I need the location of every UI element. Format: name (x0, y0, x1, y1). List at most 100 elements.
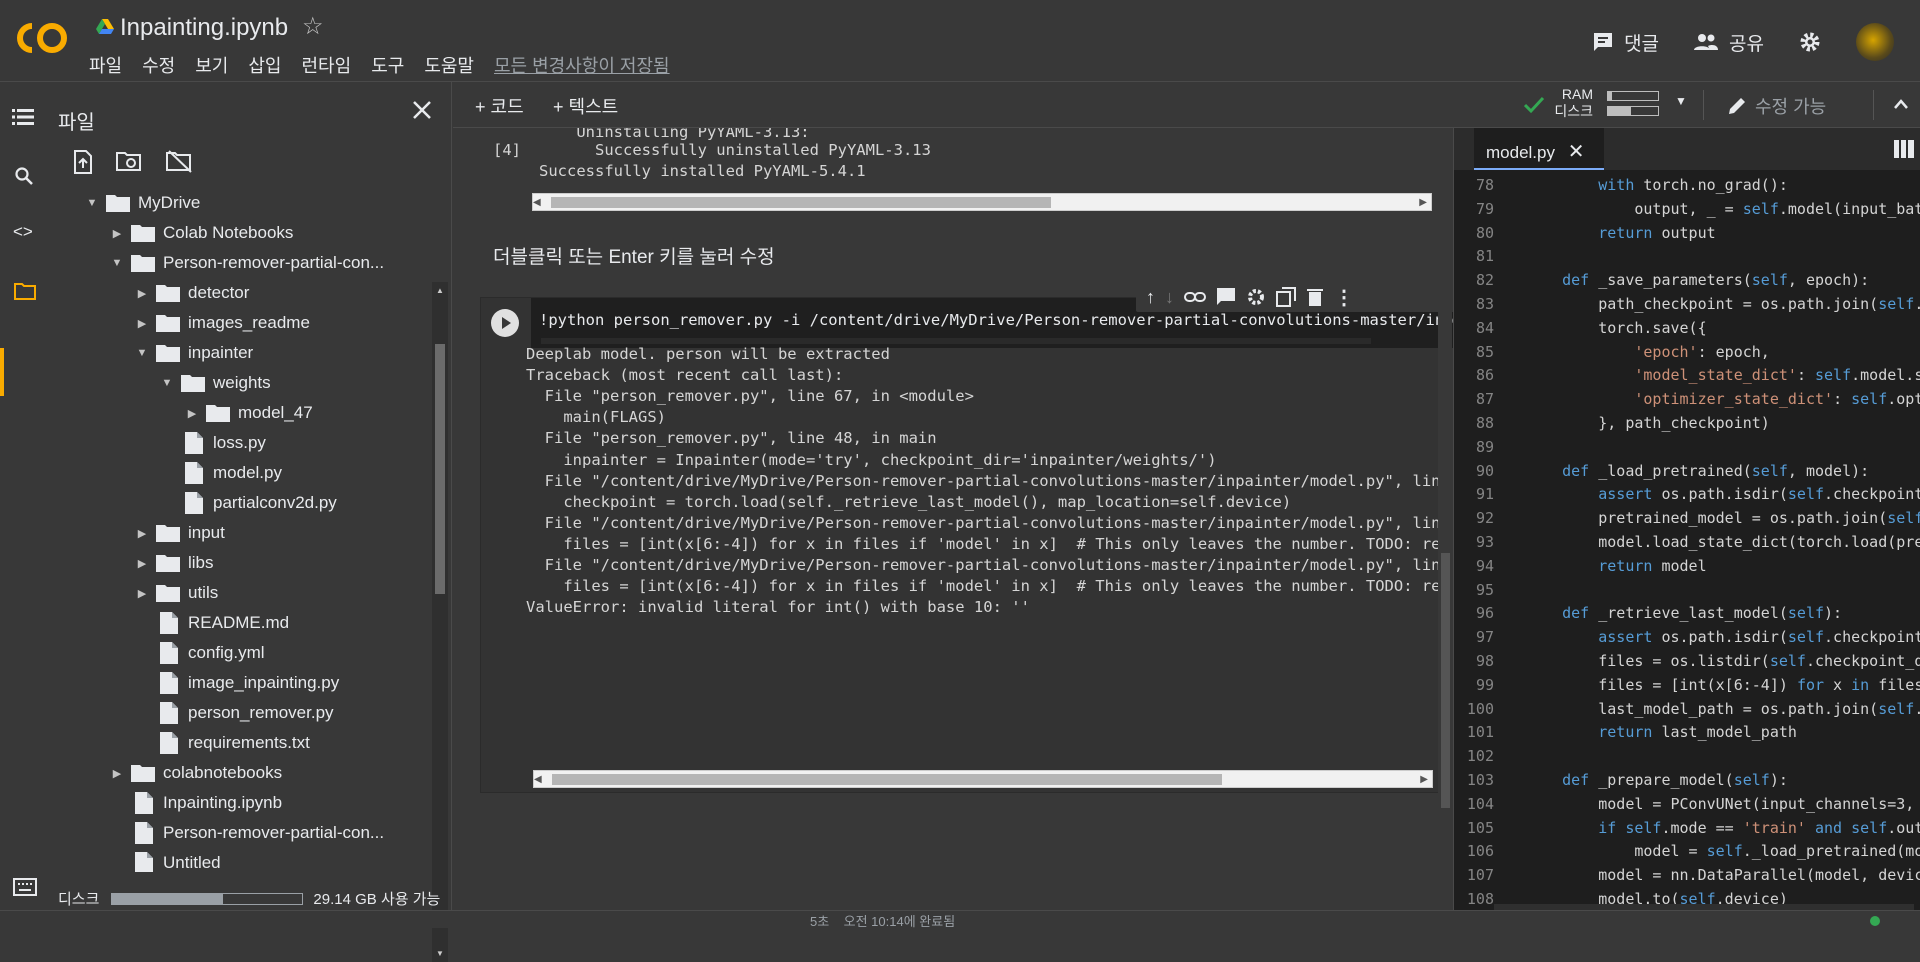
tree-file[interactable]: README.md (132, 608, 289, 638)
code-line[interactable]: 'model_state_dict': self.model.state (1526, 364, 1920, 388)
more-options-icon[interactable]: ⋮ (1334, 285, 1354, 310)
tree-file[interactable]: requirements.txt (132, 728, 310, 758)
terminal-icon[interactable] (13, 878, 37, 896)
file-tree-scrollbar[interactable]: ▲ ▼ (432, 282, 448, 962)
refresh-folder-icon[interactable] (116, 150, 144, 174)
code-line[interactable] (1526, 245, 1920, 269)
menu-file[interactable]: 파일 (89, 52, 122, 78)
tree-file[interactable]: loss.py (157, 428, 266, 458)
code-line[interactable] (1526, 436, 1920, 460)
code-line[interactable]: def _load_pretrained(self, model): (1526, 460, 1920, 484)
tree-file[interactable]: Person-remover-partial-con... (107, 818, 384, 848)
chevron-right-icon[interactable]: ▶ (132, 317, 152, 330)
tree-file[interactable]: image_inpainting.py (132, 668, 339, 698)
code-line[interactable]: path_checkpoint = os.path.join(self.chec (1526, 293, 1920, 317)
code-snippets-icon[interactable]: <> (13, 222, 33, 242)
close-icon[interactable] (412, 100, 432, 120)
avatar[interactable] (1856, 23, 1894, 61)
menu-runtime[interactable]: 런타임 (302, 52, 352, 78)
code-line[interactable]: def _save_parameters(self, epoch): (1526, 269, 1920, 293)
cell-code-line[interactable]: !python person_remover.py -i /content/dr… (539, 311, 1453, 329)
tree-file[interactable]: config.yml (132, 638, 265, 668)
chevron-right-icon[interactable]: ▶ (107, 767, 127, 780)
share-button[interactable]: 공유 (1693, 29, 1764, 56)
notebook-scrollbar[interactable] (1438, 128, 1452, 910)
tree-folder[interactable]: ▶ detector (132, 278, 249, 308)
comment-icon[interactable] (1216, 287, 1236, 307)
tree-folder[interactable]: ▶ input (132, 518, 225, 548)
link-icon[interactable] (1184, 290, 1206, 304)
tree-file[interactable]: person_remover.py (132, 698, 334, 728)
tree-folder[interactable]: ▼ weights (157, 368, 271, 398)
chevron-down-icon[interactable]: ▼ (107, 257, 127, 269)
tree-folder[interactable]: ▼ MyDrive (82, 188, 200, 218)
collapse-header-icon[interactable] (1893, 98, 1909, 110)
tree-folder[interactable]: ▶ model_47 (182, 398, 313, 428)
markdown-cell-hint[interactable]: 더블클릭 또는 Enter 키를 눌러 수정 (493, 242, 775, 269)
folder-icon[interactable] (14, 282, 36, 300)
delete-icon[interactable] (1306, 287, 1324, 307)
code-line[interactable]: }, path_checkpoint) (1526, 412, 1920, 436)
code-line[interactable]: 'optimizer_state_dict': self.optimiz (1526, 388, 1920, 412)
code-line[interactable]: return output (1526, 222, 1920, 246)
star-icon[interactable]: ☆ (302, 12, 324, 41)
code-line[interactable]: 'epoch': epoch, (1526, 341, 1920, 365)
code-line[interactable]: with torch.no_grad(): (1526, 174, 1920, 198)
menu-help[interactable]: 도움말 (424, 52, 474, 78)
editor-tab[interactable]: model.py ✕ (1474, 128, 1604, 170)
chevron-down-icon[interactable]: ▼ (132, 347, 152, 359)
chevron-right-icon[interactable]: ▶ (132, 557, 152, 570)
tree-folder[interactable]: ▶ Colab Notebooks (107, 218, 293, 248)
code-line[interactable]: model = PConvUNet(input_channels=3, fre (1526, 793, 1920, 817)
code-line[interactable]: files = [int(x[6:-4]) for x in files if (1526, 674, 1920, 698)
code-line[interactable]: model.load_state_dict(torch.load(pretra (1526, 531, 1920, 555)
mirror-cell-icon[interactable] (1276, 287, 1296, 307)
chevron-right-icon[interactable]: ▶ (107, 227, 127, 240)
tree-file[interactable]: Inpainting.ipynb (107, 788, 282, 818)
code-line[interactable]: model = self._load_pretrained(model (1526, 840, 1920, 864)
settings-button[interactable] (1798, 30, 1832, 54)
search-icon[interactable] (14, 166, 34, 186)
menu-tools[interactable]: 도구 (371, 52, 404, 78)
tree-file[interactable]: Untitled (107, 848, 221, 872)
split-view-icon[interactable] (1894, 140, 1914, 158)
tree-file[interactable]: model.py (157, 458, 282, 488)
tree-folder[interactable]: ▼ Person-remover-partial-con... (107, 248, 384, 278)
code-line[interactable]: torch.save({ (1526, 317, 1920, 341)
run-cell-button[interactable] (491, 309, 519, 337)
tree-folder[interactable]: ▶ libs (132, 548, 214, 578)
code-line[interactable]: pretrained_model = os.path.join(self.ch (1526, 507, 1920, 531)
prev-output-hscroll[interactable]: ◀ ▶ (532, 193, 1432, 211)
cell-output-hscroll[interactable]: ◀ ▶ (533, 770, 1433, 788)
chevron-right-icon[interactable]: ▶ (132, 587, 152, 600)
code-line[interactable] (1526, 579, 1920, 603)
add-text-button[interactable]: + 텍스트 (553, 93, 618, 119)
code-line[interactable]: return last_model_path (1526, 721, 1920, 745)
move-down-icon[interactable]: ↓ (1165, 287, 1174, 308)
edit-mode-button[interactable]: 수정 가능 (1727, 93, 1826, 119)
chevron-right-icon[interactable]: ▶ (182, 407, 202, 420)
menu-view[interactable]: 보기 (195, 52, 228, 78)
notebook-title[interactable]: Inpainting.ipynb (120, 14, 288, 42)
code-line[interactable]: assert os.path.isdir(self.checkpoint_di (1526, 483, 1920, 507)
comment-button[interactable]: 댓글 (1592, 29, 1659, 56)
chevron-down-icon[interactable]: ▼ (82, 197, 102, 209)
code-view[interactable]: with torch.no_grad(): output, _ = self.m… (1526, 174, 1920, 912)
code-line[interactable]: model = nn.DataParallel(model, device_i (1526, 864, 1920, 888)
tree-folder[interactable]: ▶ utils (132, 578, 218, 608)
move-up-icon[interactable]: ↑ (1146, 287, 1155, 308)
code-line[interactable]: if self.mode == 'train' and self.outsid (1526, 817, 1920, 841)
code-line[interactable] (1526, 745, 1920, 769)
chevron-right-icon[interactable]: ▶ (132, 527, 152, 540)
code-line[interactable]: files = os.listdir(self.checkpoint_dir) (1526, 650, 1920, 674)
tree-folder[interactable]: ▶ images_readme (132, 308, 310, 338)
close-tab-icon[interactable]: ✕ (1568, 141, 1585, 163)
tree-folder[interactable]: ▶ colabnotebooks (107, 758, 282, 788)
code-line[interactable]: last_model_path = os.path.join(self.chec (1526, 698, 1920, 722)
save-status-link[interactable]: 모든 변경사항이 저장됨 (494, 52, 670, 78)
resource-labels[interactable]: RAM 디스크 (1553, 86, 1593, 120)
unmount-drive-icon[interactable] (166, 150, 194, 174)
resources-dropdown-icon[interactable]: ▼ (1675, 94, 1687, 108)
menu-insert[interactable]: 삽입 (248, 52, 281, 78)
chevron-down-icon[interactable]: ▼ (157, 377, 177, 389)
